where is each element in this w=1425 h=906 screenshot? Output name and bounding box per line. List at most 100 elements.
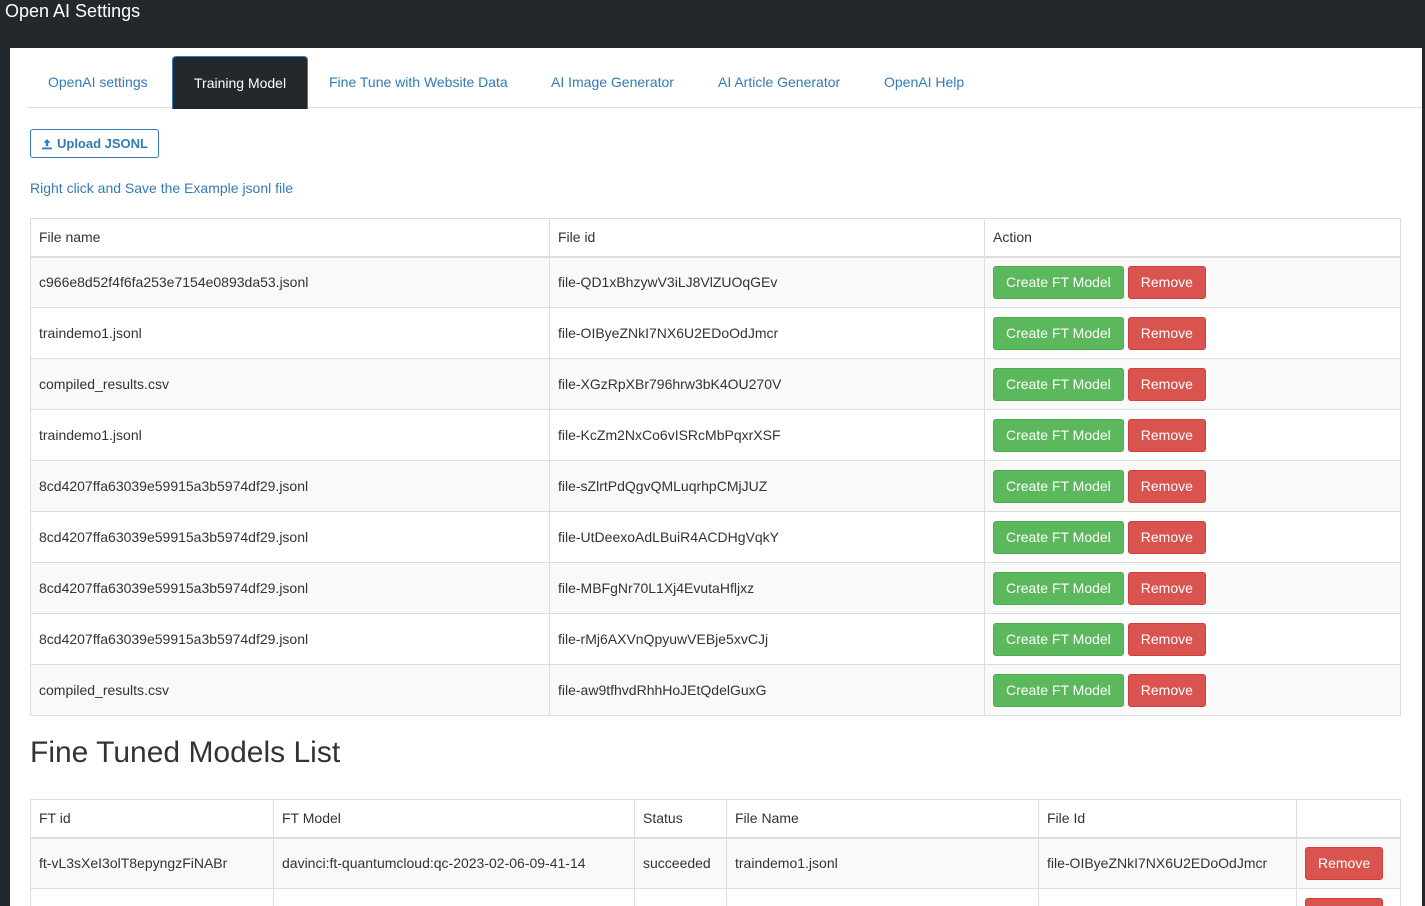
tab-ai-image-generator[interactable]: AI Image Generator — [530, 56, 695, 108]
header-file-id: File id — [549, 218, 985, 258]
file-row: compiled_results.csv file-XGzRpXBr796hrw3… — [30, 358, 1401, 410]
ft-id-cell: ft-vL3sXeI3olT8epyngzFiNABr — [30, 837, 274, 889]
create-ft-model-button[interactable]: Create FT Model — [993, 673, 1124, 707]
ft-model-cell — [273, 888, 635, 906]
header-status: Status — [634, 799, 727, 839]
models-table-body: ft-vL3sXeI3olT8epyngzFiNABr davinci:ft-qu… — [30, 837, 1401, 906]
create-ft-model-button[interactable]: Create FT Model — [993, 316, 1124, 350]
remove-file-button[interactable]: Remove — [1127, 265, 1206, 299]
file-id-cell: file-sZlrtPdQgvQMLuqrhpCMjJUZ — [549, 460, 985, 512]
ft-model-cell: davinci:ft-quantumcloud:qc-2023-02-06-09… — [273, 837, 635, 889]
create-ft-model-button[interactable]: Create FT Model — [993, 571, 1124, 605]
files-table-body: c966e8d52f4f6fa253e7154e0893da53.jsonl fi… — [30, 256, 1401, 716]
header-action: Action — [984, 218, 1401, 258]
header-ft-model: FT Model — [273, 799, 635, 839]
file-row: c966e8d52f4f6fa253e7154e0893da53.jsonl fi… — [30, 256, 1401, 308]
model-action-cell: Remove — [1296, 888, 1401, 906]
file-name-cell: traindemo1.jsonl — [30, 409, 550, 461]
status-cell — [634, 888, 727, 906]
file-id-cell: file-OIByeZNkI7NX6U2EDoOdJmcr — [549, 307, 985, 359]
file-name-cell: 8cd4207ffa63039e59915a3b5974df29.jsonl — [30, 613, 550, 665]
create-ft-model-button[interactable]: Create FT Model — [993, 469, 1124, 503]
remove-file-button[interactable]: Remove — [1127, 520, 1206, 554]
upload-jsonl-button[interactable]: Upload JSONL — [30, 129, 159, 158]
file-action-cell: Create FT Model Remove — [984, 664, 1401, 716]
header-file-name: File Name — [726, 799, 1039, 839]
remove-model-button[interactable]: Remove — [1305, 897, 1384, 906]
tab-fine-tune-website[interactable]: Fine Tune with Website Data — [308, 56, 529, 108]
file-action-cell: Create FT Model Remove — [984, 307, 1401, 359]
remove-file-button[interactable]: Remove — [1127, 622, 1206, 656]
header-file-id: File Id — [1038, 799, 1297, 839]
file-id-cell: file-rMj6AXVnQpyuwVEBje5xvCJj — [549, 613, 985, 665]
file-name-cell: 8cd4207ffa63039e59915a3b5974df29.jsonl — [30, 460, 550, 512]
file-row: 8cd4207ffa63039e59915a3b5974df29.jsonl fi… — [30, 562, 1401, 614]
window-title: Open AI Settings — [5, 1, 141, 21]
tab-training-model[interactable]: Training Model — [172, 56, 309, 109]
tab-openai-help[interactable]: OpenAI Help — [863, 56, 985, 108]
fine-tuned-models-title: Fine Tuned Models List — [30, 736, 341, 769]
remove-model-button[interactable]: Remove — [1305, 846, 1384, 880]
window-titlebar: Open AI Settings — [0, 0, 1425, 48]
models-table-header: FT id FT Model Status File Name File Id — [30, 799, 1401, 839]
header-action — [1296, 799, 1401, 839]
settings-panel: OpenAI settings Training Model Fine Tune… — [10, 48, 1422, 906]
file-name-cell: 8cd4207ffa63039e59915a3b5974df29.jsonl — [30, 511, 550, 563]
header-file-name: File name — [30, 218, 550, 258]
remove-file-button[interactable]: Remove — [1127, 316, 1206, 350]
remove-file-button[interactable]: Remove — [1127, 469, 1206, 503]
file-name-cell: c966e8d52f4f6fa253e7154e0893da53.jsonl — [30, 256, 550, 308]
model-file-name-cell — [726, 888, 1039, 906]
model-file-id-cell: file-OIByeZNkI7NX6U2EDoOdJmcr — [1038, 837, 1297, 889]
files-table: File name File id Action c966e8d52f4f6fa… — [30, 218, 1401, 716]
file-name-cell: compiled_results.csv — [30, 664, 550, 716]
status-cell: succeeded — [634, 837, 727, 889]
file-id-cell: file-UtDeexoAdLBuiR4ACDHgVqkY — [549, 511, 985, 563]
file-action-cell: Create FT Model Remove — [984, 358, 1401, 410]
file-action-cell: Create FT Model Remove — [984, 562, 1401, 614]
file-row: traindemo1.jsonl file-OIByeZNkI7NX6U2EDoO… — [30, 307, 1401, 359]
model-file-id-cell — [1038, 888, 1297, 906]
file-id-cell: file-KcZm2NxCo6vISRcMbPqxrXSF — [549, 409, 985, 461]
remove-file-button[interactable]: Remove — [1127, 418, 1206, 452]
remove-file-button[interactable]: Remove — [1127, 571, 1206, 605]
create-ft-model-button[interactable]: Create FT Model — [993, 520, 1124, 554]
file-action-cell: Create FT Model Remove — [984, 256, 1401, 308]
tab-bar: OpenAI settings Training Model Fine Tune… — [27, 56, 1422, 109]
file-action-cell: Create FT Model Remove — [984, 409, 1401, 461]
file-action-cell: Create FT Model Remove — [984, 460, 1401, 512]
create-ft-model-button[interactable]: Create FT Model — [993, 367, 1124, 401]
create-ft-model-button[interactable]: Create FT Model — [993, 418, 1124, 452]
file-name-cell: compiled_results.csv — [30, 358, 550, 410]
file-row: 8cd4207ffa63039e59915a3b5974df29.jsonl fi… — [30, 460, 1401, 512]
model-file-name-cell: traindemo1.jsonl — [726, 837, 1039, 889]
remove-file-button[interactable]: Remove — [1127, 673, 1206, 707]
file-row: 8cd4207ffa63039e59915a3b5974df29.jsonl fi… — [30, 511, 1401, 563]
tab-ai-article-generator[interactable]: AI Article Generator — [697, 56, 861, 108]
upload-icon — [41, 138, 53, 150]
file-action-cell: Create FT Model Remove — [984, 511, 1401, 563]
file-row: traindemo1.jsonl file-KcZm2NxCo6vISRcMbPq… — [30, 409, 1401, 461]
ft-id-cell — [30, 888, 274, 906]
file-name-cell: traindemo1.jsonl — [30, 307, 550, 359]
file-id-cell: file-aw9tfhvdRhhHoJEtQdelGuxG — [549, 664, 985, 716]
tab-openai-settings[interactable]: OpenAI settings — [27, 56, 169, 108]
file-name-cell: 8cd4207ffa63039e59915a3b5974df29.jsonl — [30, 562, 550, 614]
file-row: 8cd4207ffa63039e59915a3b5974df29.jsonl fi… — [30, 613, 1401, 665]
file-row: compiled_results.csv file-aw9tfhvdRhhHoJE… — [30, 664, 1401, 716]
model-row: Remove — [30, 888, 1401, 906]
model-action-cell: Remove — [1296, 837, 1401, 889]
remove-file-button[interactable]: Remove — [1127, 367, 1206, 401]
file-action-cell: Create FT Model Remove — [984, 613, 1401, 665]
fine-tuned-models-table: FT id FT Model Status File Name File Id … — [30, 799, 1401, 906]
create-ft-model-button[interactable]: Create FT Model — [993, 265, 1124, 299]
files-table-header: File name File id Action — [30, 218, 1401, 258]
file-id-cell: file-QD1xBhzywV3iLJ8VlZUOqGEv — [549, 256, 985, 308]
header-ft-id: FT id — [30, 799, 274, 839]
file-id-cell: file-MBFgNr70L1Xj4EvutaHfljxz — [549, 562, 985, 614]
model-row: ft-vL3sXeI3olT8epyngzFiNABr davinci:ft-qu… — [30, 837, 1401, 889]
example-jsonl-link[interactable]: Right click and Save the Example jsonl f… — [30, 180, 293, 196]
create-ft-model-button[interactable]: Create FT Model — [993, 622, 1124, 656]
upload-jsonl-label: Upload JSONL — [56, 136, 148, 151]
file-id-cell: file-XGzRpXBr796hrw3bK4OU270V — [549, 358, 985, 410]
